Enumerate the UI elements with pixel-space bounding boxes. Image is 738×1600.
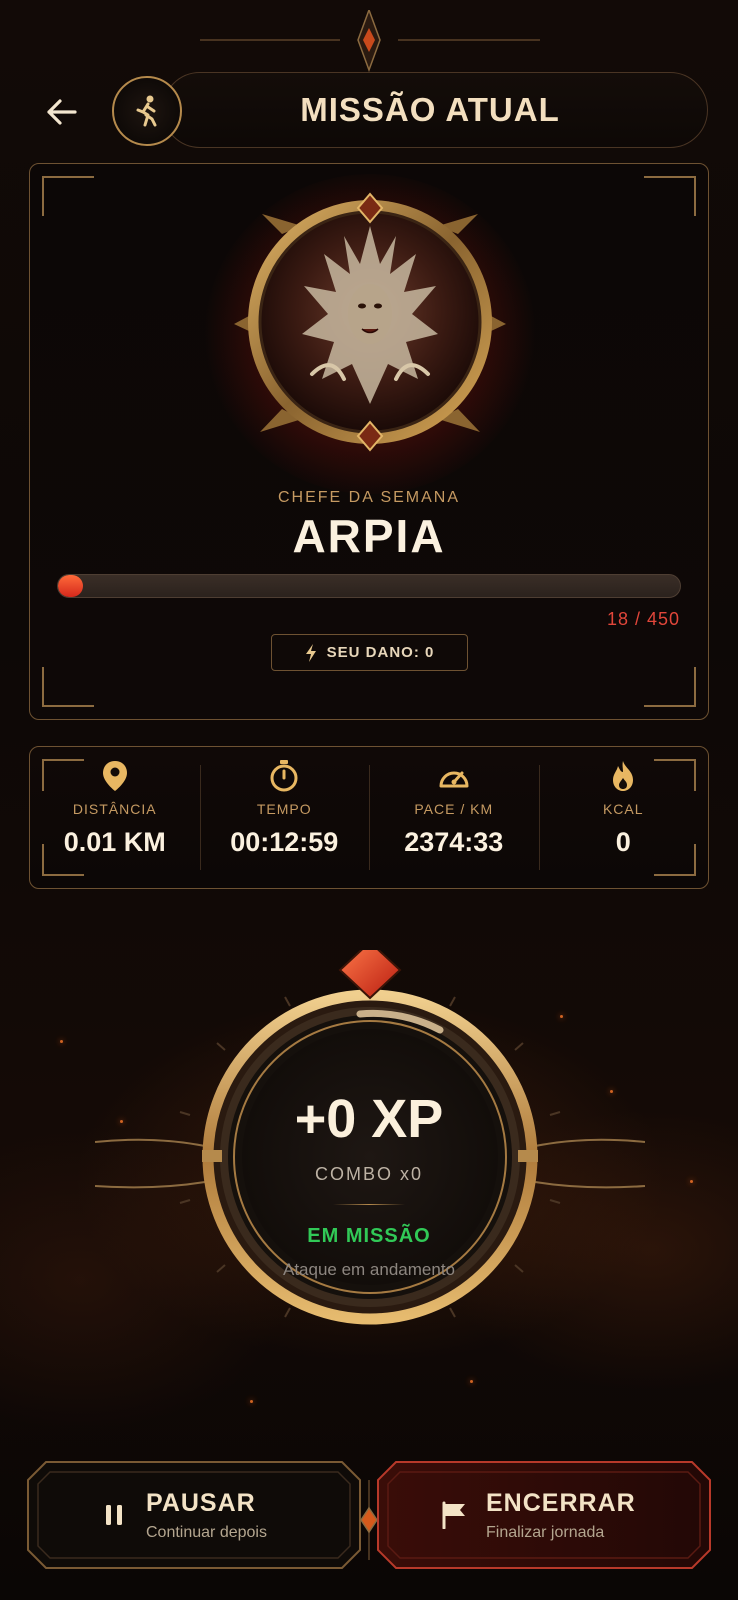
frame-corner [644,667,696,707]
flame-icon [613,761,634,791]
stat-pace: PACE / KM 2374:33 [369,747,539,888]
stopwatch-icon [270,760,298,792]
boss-hp-text: 18 / 450 [606,609,680,629]
combo-counter: COMBO x0 [314,1164,423,1184]
stat-distance: DISTÂNCIA 0.01 KM [30,747,200,888]
end-title: ENCERRAR [486,1488,636,1517]
boss-subtitle: CHEFE DA SEMANA [277,489,461,506]
end-button[interactable]: ENCERRAR Finalizar jornada [376,1460,712,1570]
frame-corner [644,176,696,216]
lightning-icon [305,643,316,662]
location-pin-icon [102,761,127,791]
ember-particle [60,1040,63,1043]
stat-label: PACE / KM [414,801,494,817]
divider [333,1204,405,1205]
mission-type-badge [112,76,182,146]
stat-label: KCAL [602,801,644,817]
runner-icon [136,95,157,127]
frame-corner [42,667,94,707]
stat-kcal: KCAL 0 [538,747,709,888]
stat-value: 00:12:59 [230,827,339,857]
boss-portrait [234,192,506,452]
end-subtitle: Finalizar jornada [486,1523,605,1541]
stat-value: 0 [615,827,631,857]
boss-card: CHEFE DA SEMANA ARPIA 18 / 450 SEU DANO:… [29,163,709,720]
pause-title: PAUSAR [146,1488,256,1517]
stat-label: DISTÂNCIA [72,801,157,817]
pause-button[interactable]: PAUSAR Continuar depois [26,1460,362,1570]
stat-time: TEMPO 00:12:59 [199,747,370,888]
stats-panel: DISTÂNCIA 0.01 KM TEMPO 00:12:59 PACE / … [29,746,709,889]
xp-ring [95,950,645,1325]
boss-hp-fill [58,575,83,597]
mission-status: EM MISSÃO [307,1225,431,1247]
mission-status-subtitle: Ataque em andamento [282,1260,455,1279]
header-bar: MISSÃO ATUAL [162,72,708,148]
xp-value: +0 XP [294,1089,444,1149]
back-button[interactable] [40,90,84,134]
stat-value: 0.01 KM [63,827,166,857]
page-title: MISSÃO ATUAL [300,91,560,128]
ember-particle [250,1400,253,1403]
boss-hp-bar [57,574,681,598]
damage-badge: SEU DANO: 0 [271,634,468,671]
speedometer-icon [439,771,469,788]
boss-name: ARPIA [292,510,446,562]
ember-particle [470,1380,473,1383]
stat-value: 2374:33 [404,827,504,857]
flag-icon [436,1497,472,1533]
back-arrow-icon [47,99,77,125]
frame-corner [42,176,94,216]
pause-subtitle: Continuar depois [146,1523,267,1541]
damage-text: SEU DANO: 0 [326,644,435,661]
top-ornament [200,10,540,73]
pause-icon [96,1497,132,1533]
stat-label: TEMPO [256,801,312,817]
